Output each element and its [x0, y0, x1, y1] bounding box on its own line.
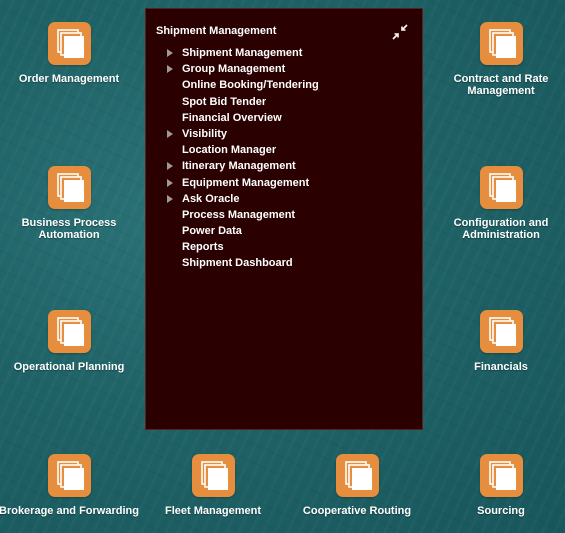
tile-operational-planning[interactable]: Operational Planning — [0, 310, 139, 373]
tile-brokerage-and-forwarding[interactable]: Brokerage and Forwarding — [0, 454, 139, 517]
menu-item-label: Power Data — [182, 225, 242, 238]
menu-item-label: Group Management — [182, 63, 286, 76]
panel-menu: Shipment Management Group Management Onlin… — [166, 45, 319, 272]
stacked-pages-icon — [479, 166, 523, 209]
shipment-management-panel: Shipment Management Shipment Management G… — [145, 8, 423, 430]
menu-item-visibility[interactable]: Visibility — [166, 126, 319, 142]
menu-item-reports[interactable]: Reports — [166, 239, 319, 255]
tile-financials[interactable]: Financials — [431, 310, 565, 373]
collapse-arrows-icon[interactable] — [392, 24, 408, 40]
menu-item-label: Spot Bid Tender — [182, 95, 267, 108]
menu-item-label: Equipment Management — [182, 176, 310, 189]
tile-label: Operational Planning — [13, 361, 125, 373]
stacked-pages-icon — [479, 310, 523, 353]
menu-item-equipment-management[interactable]: Equipment Management — [166, 175, 319, 191]
tile-fleet-management[interactable]: Fleet Management — [143, 454, 283, 517]
expand-arrow-icon[interactable] — [167, 194, 173, 203]
menu-item-process-management[interactable]: Process Management — [166, 207, 319, 223]
expand-arrow-icon[interactable] — [167, 178, 173, 187]
panel-title: Shipment Management — [156, 25, 277, 37]
stacked-pages-icon — [47, 166, 91, 209]
menu-item-spot-bid-tender[interactable]: Spot Bid Tender — [166, 94, 319, 110]
tile-sourcing[interactable]: Sourcing — [431, 454, 565, 517]
menu-item-online-booking-tendering[interactable]: Online Booking/Tendering — [166, 77, 319, 93]
menu-item-label: Online Booking/Tendering — [182, 79, 319, 92]
menu-item-label: Reports — [182, 241, 224, 254]
stacked-pages-icon — [335, 454, 379, 497]
tile-label: Brokerage and Forwarding — [0, 505, 139, 517]
tile-label: Order Management — [18, 73, 120, 85]
menu-item-label: Shipment Management — [182, 47, 303, 59]
expand-arrow-icon[interactable] — [167, 65, 173, 74]
menu-item-itinerary-management[interactable]: Itinerary Management — [166, 158, 319, 174]
menu-item-financial-overview[interactable]: Financial Overview — [166, 110, 319, 126]
menu-item-ask-oracle[interactable]: Ask Oracle — [166, 191, 319, 207]
menu-item-label: Process Management — [182, 208, 296, 221]
stacked-pages-icon — [191, 454, 235, 497]
menu-item-group-management[interactable]: Group Management — [166, 61, 319, 77]
stacked-pages-icon — [479, 22, 523, 65]
menu-item-shipment-dashboard[interactable]: Shipment Dashboard — [166, 255, 319, 271]
tile-label: Configuration and Administration — [453, 217, 549, 241]
menu-item-shipment-management[interactable]: Shipment Management — [166, 45, 319, 61]
tile-cooperative-routing[interactable]: Cooperative Routing — [287, 454, 427, 517]
tile-business-process-automation[interactable]: Business Process Automation — [0, 166, 139, 241]
menu-item-label: Financial Overview — [182, 111, 282, 124]
stacked-pages-icon — [47, 22, 91, 65]
tile-order-management[interactable]: Order Management — [0, 22, 139, 85]
tile-label: Sourcing — [477, 505, 525, 517]
menu-item-label: Shipment Dashboard — [182, 257, 293, 270]
tile-label: Business Process Automation — [21, 217, 117, 241]
menu-item-location-manager[interactable]: Location Manager — [166, 142, 319, 158]
stacked-pages-icon — [47, 310, 91, 353]
menu-item-label: Visibility — [182, 127, 228, 140]
tile-label: Fleet Management — [165, 505, 261, 517]
menu-item-label: Location Manager — [182, 144, 277, 157]
menu-item-label: Itinerary Management — [182, 160, 296, 173]
expand-arrow-icon[interactable] — [167, 162, 173, 171]
menu-item-label: Ask Oracle — [182, 192, 240, 205]
menu-item-power-data[interactable]: Power Data — [166, 223, 319, 239]
tile-contract-and-rate-management[interactable]: Contract and Rate Management — [431, 22, 565, 97]
stacked-pages-icon — [479, 454, 523, 497]
tile-label: Cooperative Routing — [302, 505, 412, 517]
stacked-pages-icon — [47, 454, 91, 497]
expand-arrow-icon[interactable] — [167, 129, 173, 138]
expand-arrow-icon[interactable] — [167, 49, 173, 57]
tile-label: Financials — [474, 361, 528, 373]
tile-label: Contract and Rate Management — [453, 73, 549, 97]
tile-configuration-and-administration[interactable]: Configuration and Administration — [431, 166, 565, 241]
